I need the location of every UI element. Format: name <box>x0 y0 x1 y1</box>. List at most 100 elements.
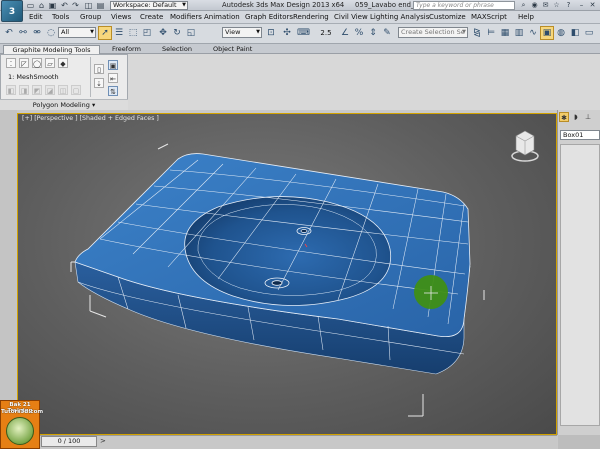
workspace-label: Workspace: Default <box>113 1 177 9</box>
material-editor-icon[interactable]: ◍ <box>554 26 568 40</box>
menu-civil-view[interactable]: Civil View <box>334 12 368 23</box>
time-slider[interactable] <box>40 435 557 449</box>
object-name-field[interactable]: Box01 <box>560 130 600 140</box>
menu-edit[interactable]: Edit <box>29 12 43 23</box>
ignore-backfacing-icon[interactable]: ⇅ <box>108 86 118 96</box>
polygon-icon[interactable]: ▱ <box>45 58 55 68</box>
hold-icon[interactable]: ◫ <box>84 1 93 10</box>
time-slider-thumb[interactable]: 0 / 100 <box>41 436 97 447</box>
open-file-icon[interactable]: ⌂ <box>37 1 46 10</box>
hierarchy-tab-icon[interactable]: ⊥ <box>583 112 593 122</box>
render-frame-icon[interactable]: ▭ <box>582 26 596 40</box>
redo-icon[interactable]: ↷ <box>71 1 80 10</box>
menu-animation[interactable]: Animation <box>204 12 240 23</box>
viewcube-icon <box>511 130 539 162</box>
spinner-snap-icon[interactable]: ⇕ <box>366 26 380 40</box>
selection-filter-dropdown[interactable]: All ▼ <box>58 27 96 38</box>
collapse-stack-icon[interactable]: ▢ <box>71 85 81 95</box>
pivot-center-icon[interactable]: ⊡ <box>264 26 278 40</box>
close-icon[interactable]: ✕ <box>588 1 597 10</box>
menu-maxscript[interactable]: MAXScript <box>471 12 507 23</box>
select-object-icon[interactable]: ➚ <box>98 26 112 40</box>
menu-modifiers[interactable]: Modifiers <box>170 12 202 23</box>
element-icon[interactable]: ◆ <box>58 58 68 68</box>
app-logo-button[interactable]: 3 <box>1 0 23 22</box>
project-folder-icon[interactable]: ▤ <box>96 1 105 10</box>
menu-lighting-analysis[interactable]: Lighting Analysis <box>370 12 429 23</box>
layer-manager-icon[interactable]: ▦ <box>498 26 512 40</box>
minimize-icon[interactable]: – <box>577 1 586 10</box>
modify-tab-icon[interactable]: ◗ <box>571 112 581 122</box>
polygon-modeling-panel-title[interactable]: Polygon Modeling ▾ <box>0 99 128 110</box>
menu-tools[interactable]: Tools <box>52 12 69 23</box>
menu-views[interactable]: Views <box>111 12 131 23</box>
next-modifier-icon[interactable]: ⇣ <box>94 78 104 88</box>
schematic-view-icon[interactable]: ▣ <box>540 26 554 40</box>
chevron-down-icon: ▼ <box>462 29 466 35</box>
unlink-icon[interactable]: ⚮ <box>30 26 44 40</box>
rect-selection-icon[interactable]: ⬚ <box>126 26 140 40</box>
graphite-toggle-icon[interactable]: ▥ <box>512 26 526 40</box>
select-manipulate-icon[interactable]: ✣ <box>280 26 294 40</box>
curve-editor-icon[interactable]: ∿ <box>526 26 540 40</box>
make-unique-icon[interactable]: ◩ <box>32 85 42 95</box>
select-by-name-icon[interactable]: ☰ <box>112 26 126 40</box>
mirror-icon[interactable]: ⧎ <box>470 26 484 40</box>
favorites-icon[interactable]: ☆ <box>552 1 561 10</box>
show-end-result-icon[interactable]: ◨ <box>19 85 29 95</box>
bind-space-warp-icon[interactable]: ◌ <box>44 26 58 40</box>
tab-graphite-modeling-tools[interactable]: Graphite Modeling Tools <box>3 45 100 54</box>
percent-snap-icon[interactable]: % <box>352 26 366 40</box>
new-file-icon[interactable]: ▭ <box>26 1 35 10</box>
viewport-label[interactable]: [+] [Perspective ] [Shaded + Edged Faces… <box>22 115 159 122</box>
window-crossing-icon[interactable]: ◰ <box>140 26 154 40</box>
communication-center-icon[interactable]: ✉ <box>541 1 550 10</box>
use-nurms-icon[interactable]: ⇤ <box>108 73 118 83</box>
preview-selection-icon[interactable]: ▣ <box>108 60 118 70</box>
align-icon[interactable]: ⊨ <box>484 26 498 40</box>
save-file-icon[interactable]: ▣ <box>48 1 57 10</box>
perspective-viewport[interactable] <box>17 113 557 435</box>
viewport-scene <box>70 130 539 417</box>
workspace-dropdown[interactable]: Workspace: Default ▼ <box>110 1 188 10</box>
menu-rendering[interactable]: Rendering <box>293 12 329 23</box>
menu-customize[interactable]: Customize <box>429 12 466 23</box>
next-frame-icon[interactable]: > <box>100 437 106 445</box>
named-selection-sets-dropdown[interactable]: Create Selection Se ▼ <box>398 27 468 38</box>
tab-object-paint[interactable]: Object Paint <box>213 45 252 54</box>
pin-stack-icon[interactable]: ◧ <box>6 85 16 95</box>
tab-selection[interactable]: Selection <box>162 45 192 54</box>
subscription-icon[interactable]: ◉ <box>530 1 539 10</box>
menu-group[interactable]: Group <box>80 12 101 23</box>
vertex-icon[interactable]: ⁚ <box>6 58 16 68</box>
menu-help[interactable]: Help <box>518 12 534 23</box>
select-move-icon[interactable]: ✥ <box>156 26 170 40</box>
modifier-stack-label[interactable]: 1: MeshSmooth <box>8 73 59 81</box>
command-panel-rollouts[interactable] <box>560 144 600 426</box>
chevron-down-icon: ▼ <box>182 2 186 8</box>
snaps-toggle-button[interactable]: 2.5 <box>316 26 336 40</box>
toggle-command-panel-icon[interactable]: ▯ <box>94 64 104 74</box>
create-tab-icon[interactable]: ✱ <box>559 112 569 122</box>
remove-modifier-icon[interactable]: ◪ <box>45 85 55 95</box>
menu-graph-editors[interactable]: Graph Editors <box>245 12 293 23</box>
keyboard-shortcut-icon[interactable]: ⌨ <box>296 26 310 40</box>
help-icon[interactable]: ? <box>564 1 573 10</box>
search-input[interactable]: Type a keyword or phrase <box>413 1 515 10</box>
undo-icon[interactable]: ↶ <box>60 1 69 10</box>
configure-modifier-icon[interactable]: ◫ <box>58 85 68 95</box>
render-setup-icon[interactable]: ◧ <box>568 26 582 40</box>
menu-create[interactable]: Create <box>140 12 163 23</box>
chevron-down-icon: ▼ <box>256 29 260 35</box>
edge-icon[interactable]: ◸ <box>19 58 29 68</box>
select-rotate-icon[interactable]: ↻ <box>170 26 184 40</box>
border-icon[interactable]: ◯ <box>32 58 42 68</box>
edit-named-selection-icon[interactable]: ✎ <box>380 26 394 40</box>
binoculars-icon[interactable]: ⌕ <box>519 1 528 10</box>
tab-freeform[interactable]: Freeform <box>112 45 141 54</box>
undo-icon[interactable]: ↶ <box>2 26 16 40</box>
select-scale-icon[interactable]: ◱ <box>184 26 198 40</box>
link-icon[interactable]: ⚯ <box>16 26 30 40</box>
reference-coordinate-dropdown[interactable]: View ▼ <box>222 27 262 38</box>
angle-snap-icon[interactable]: ∠ <box>338 26 352 40</box>
